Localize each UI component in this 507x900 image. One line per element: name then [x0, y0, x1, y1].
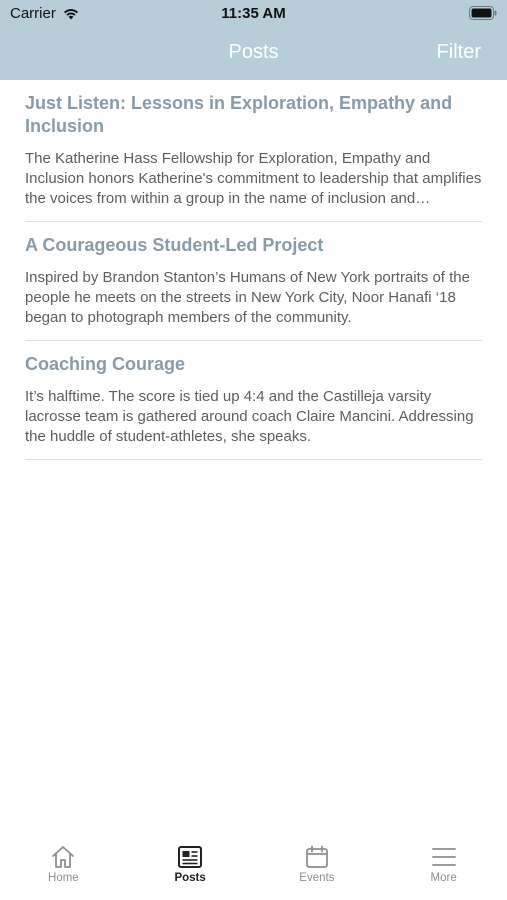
tab-posts[interactable]: Posts: [127, 834, 254, 900]
tab-home[interactable]: Home: [0, 834, 127, 900]
tab-label: Events: [299, 872, 335, 884]
tab-bar: Home Posts Events More: [0, 834, 507, 900]
tab-events[interactable]: Events: [254, 834, 381, 900]
status-time: 11:35 AM: [221, 5, 286, 22]
post-excerpt: The Katherine Hass Fellowship for Explor…: [25, 150, 482, 207]
status-bar: Carrier 11:35 AM: [0, 0, 507, 28]
navigation-bar: Carrier 11:35 AM Posts Filter: [0, 0, 507, 80]
post-excerpt: Inspired by Brandon Stanton’s Humans of …: [25, 269, 470, 326]
tab-label: More: [430, 872, 457, 884]
posts-list: Just Listen: Lessons in Exploration, Emp…: [25, 80, 482, 460]
tab-more[interactable]: More: [380, 834, 507, 900]
post-title: A Courageous Student-Led Project: [25, 235, 324, 255]
post-title: Coaching Courage: [25, 354, 186, 374]
post-item[interactable]: Coaching Courage It’s halftime. The scor…: [25, 341, 482, 460]
post-title: Just Listen: Lessons in Exploration, Emp…: [25, 93, 453, 136]
filter-button[interactable]: Filter: [437, 41, 481, 64]
post-excerpt: It’s halftime. The score is tied up 4:4 …: [25, 388, 474, 445]
menu-icon: [431, 848, 456, 866]
page-title: Posts: [228, 41, 279, 63]
post-item[interactable]: A Courageous Student-Led Project Inspire…: [25, 222, 482, 341]
home-icon: [52, 846, 75, 868]
battery-icon: [469, 6, 497, 20]
calendar-icon: [305, 845, 328, 868]
post-item[interactable]: Just Listen: Lessons in Exploration, Emp…: [25, 80, 482, 222]
newspaper-icon: [178, 846, 203, 868]
tab-label: Home: [48, 872, 79, 884]
tab-label: Posts: [174, 872, 206, 884]
